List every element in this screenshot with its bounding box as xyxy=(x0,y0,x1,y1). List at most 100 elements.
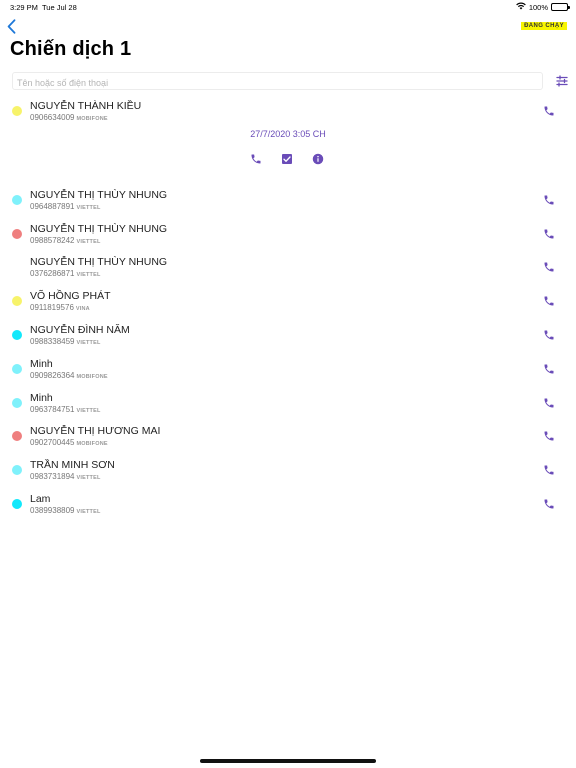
call-button[interactable] xyxy=(543,260,557,274)
status-dot xyxy=(12,228,22,239)
call-button[interactable] xyxy=(543,429,557,443)
status-dot xyxy=(12,329,22,340)
phone-icon xyxy=(544,465,554,475)
contact-detail-panel: 27/7/2020 3:05 CH xyxy=(0,129,576,184)
status-right: 100% xyxy=(516,2,570,12)
status-dot xyxy=(12,262,22,272)
phone-icon xyxy=(544,364,554,374)
contact-carrier: VINA xyxy=(75,306,90,313)
call-button[interactable] xyxy=(543,497,557,511)
info-icon xyxy=(312,153,324,165)
campaign-status-badge: ĐANG CHẠY xyxy=(521,22,567,30)
phone-icon xyxy=(544,431,554,441)
status-dot xyxy=(12,106,22,116)
phone-icon xyxy=(544,262,554,272)
contact-name: Minh xyxy=(30,357,53,370)
last-call-timestamp: 27/7/2020 3:05 CH xyxy=(250,128,326,139)
status-date: Tue Jul 28 xyxy=(42,3,77,12)
contact-row[interactable]: NGUYỄN THỊ THÙY NHUNG 0376286871 VIETTEL xyxy=(0,251,576,285)
contact-phone: 0902700445 xyxy=(30,438,75,448)
contact-row[interactable]: Minh 0963784751 VIETTEL xyxy=(0,387,576,421)
contact-carrier: VIETTEL xyxy=(76,204,101,211)
status-dot xyxy=(12,296,22,307)
contact-name: NGUYỄN THỊ THÙY NHUNG xyxy=(30,256,168,269)
contact-row[interactable]: NGUYỄN THÀNH KIỀU 0906634009 MOBIFONE xyxy=(0,95,576,129)
contact-row[interactable]: NGUYỄN THỊ THÙY NHUNG 0988578242 VIETTEL xyxy=(0,218,576,252)
contact-carrier: VIETTEL xyxy=(76,272,101,279)
contact-phone: 0911819576 xyxy=(30,303,74,313)
call-action-button[interactable] xyxy=(250,152,263,165)
contact-carrier: VIETTEL xyxy=(76,339,101,346)
contact-carrier: MOBIFONE xyxy=(76,116,108,122)
wifi-icon xyxy=(516,2,526,12)
contact-phone: 0963784751 xyxy=(30,404,75,414)
contact-phone-line: 0389938809 VIETTEL xyxy=(30,506,101,515)
status-dot xyxy=(12,498,22,509)
contact-phone: 0376286871 xyxy=(30,269,75,279)
phone-icon xyxy=(544,106,554,116)
mark-done-button[interactable] xyxy=(281,152,294,165)
contact-row[interactable]: TRẦN MINH SƠN 0983731894 VIETTEL xyxy=(0,454,576,488)
phone-icon xyxy=(544,296,554,306)
call-button[interactable] xyxy=(543,362,557,376)
contact-phone-line: 0909826364 MOBIFONE xyxy=(30,371,108,380)
contact-phone-line: 0963784751 VIETTEL xyxy=(30,405,101,414)
contact-name: Minh xyxy=(30,391,53,404)
call-button[interactable] xyxy=(543,193,557,207)
contact-phone-line: 0964887891 VIETTEL xyxy=(30,202,101,211)
contact-carrier: VIETTEL xyxy=(76,475,101,482)
contact-phone: 0906634009 xyxy=(30,113,75,122)
phone-icon xyxy=(544,195,554,205)
phone-icon xyxy=(544,499,554,509)
contact-row[interactable]: Minh 0909826364 MOBIFONE xyxy=(0,353,576,387)
contact-phone: 0983731894 xyxy=(30,472,75,482)
contact-row[interactable]: NGUYỄN THỊ HƯƠNG MAI 0902700445 MOBIFONE xyxy=(0,420,576,454)
search-input[interactable] xyxy=(13,75,542,91)
contact-name: TRẦN MINH SƠN xyxy=(30,459,115,472)
call-button[interactable] xyxy=(543,463,557,477)
contact-carrier: VIETTEL xyxy=(76,508,101,515)
contact-name: NGUYỄN THỊ THÙY NHUNG xyxy=(30,222,168,235)
phone-icon xyxy=(544,229,554,239)
contact-name: NGUYỄN THỊ HƯƠNG MAI xyxy=(30,425,161,438)
call-button[interactable] xyxy=(543,396,557,410)
back-button[interactable] xyxy=(4,17,18,35)
status-dot xyxy=(12,194,22,205)
status-dot xyxy=(12,465,22,476)
home-indicator[interactable] xyxy=(200,759,376,763)
filter-button[interactable] xyxy=(555,74,569,88)
chevron-left-icon xyxy=(7,18,15,34)
status-bar: 3:29 PM Tue Jul 28 100% xyxy=(0,0,576,14)
call-button[interactable] xyxy=(543,227,557,241)
contact-phone: 0909826364 xyxy=(30,370,75,380)
contact-list: NGUYỄN THÀNH KIỀU 0906634009 MOBIFONE 27/7/… xyxy=(0,95,576,522)
contact-carrier: MOBIFONE xyxy=(76,441,108,448)
contact-phone-line: 0902700445 MOBIFONE xyxy=(30,438,108,447)
call-button[interactable] xyxy=(543,294,557,308)
status-dot xyxy=(12,431,22,442)
contact-actions xyxy=(250,152,325,165)
contact-name: NGUYỄN ĐÌNH NĂM xyxy=(30,323,130,336)
contact-row[interactable]: NGUYỄN THỊ THÙY NHUNG 0964887891 VIETTEL xyxy=(0,184,576,218)
checkbox-checked-icon xyxy=(282,153,292,164)
contact-row[interactable]: NGUYỄN ĐÌNH NĂM 0988338459 VIETTEL xyxy=(0,319,576,353)
phone-icon xyxy=(251,154,261,164)
sliders-icon xyxy=(556,75,568,87)
contact-carrier: MOBIFONE xyxy=(76,373,108,380)
contact-name: NGUYỄN THÀNH KIỀU xyxy=(30,100,142,112)
contact-phone: 0389938809 xyxy=(30,505,75,515)
search-field xyxy=(12,72,543,91)
info-button[interactable] xyxy=(312,152,325,165)
call-button[interactable] xyxy=(543,104,557,118)
call-button[interactable] xyxy=(543,328,557,342)
contact-phone-line: 0906634009 MOBIFONE xyxy=(30,113,108,122)
contact-phone-line: 0376286871 VIETTEL xyxy=(30,269,101,278)
contact-row[interactable]: VÕ HỒNG PHÁT 0911819576 VINA xyxy=(0,285,576,319)
phone-icon xyxy=(544,398,554,408)
contact-phone: 0988578242 xyxy=(30,235,75,245)
contact-phone-line: 0983731894 VIETTEL xyxy=(30,472,101,481)
contact-row[interactable]: Lam 0389938809 VIETTEL xyxy=(0,488,576,522)
battery-percent: 100% xyxy=(528,2,548,12)
contact-phone-line: 0988338459 VIETTEL xyxy=(30,337,101,346)
contact-name: Lam xyxy=(30,492,51,505)
